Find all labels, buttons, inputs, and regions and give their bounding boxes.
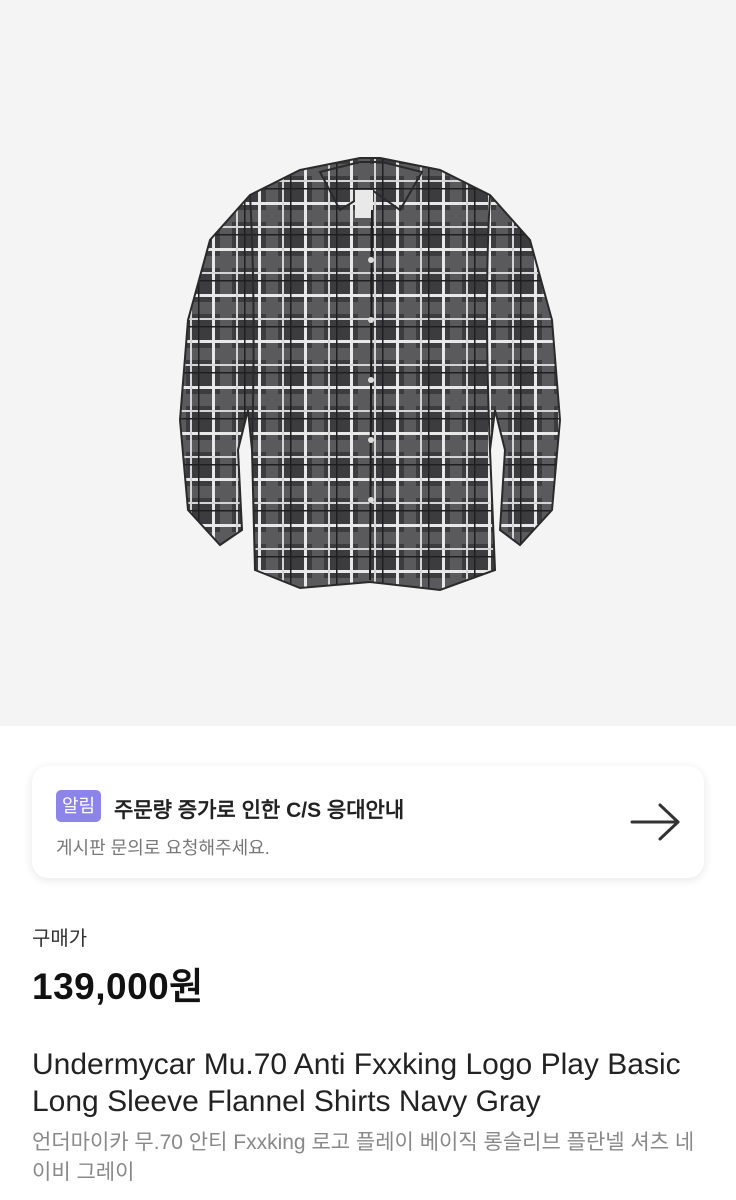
notice-card[interactable]: 알림 주문량 증가로 인한 C/S 응대안내 게시판 문의로 요청해주세요. — [32, 766, 704, 878]
product-title-en: Undermycar Mu.70 Anti Fxxking Logo Play … — [32, 1048, 681, 1118]
price-value: 139,000원 — [32, 966, 204, 1007]
notice-badge: 알림 — [56, 790, 102, 822]
product-image — [178, 157, 562, 592]
notice-title: 주문량 증가로 인한 C/S 응대안내 — [114, 799, 405, 822]
arrow-right-icon[interactable] — [630, 802, 682, 842]
price-label: 구매가 — [32, 928, 88, 950]
product-title-ko: 언더마이카 무.70 안티 Fxxking 로고 플레이 베이직 롱슬리브 플란… — [32, 1131, 695, 1184]
product-image-area[interactable] — [0, 0, 736, 726]
notice-subtitle: 게시판 문의로 요청해주세요. — [56, 838, 270, 858]
